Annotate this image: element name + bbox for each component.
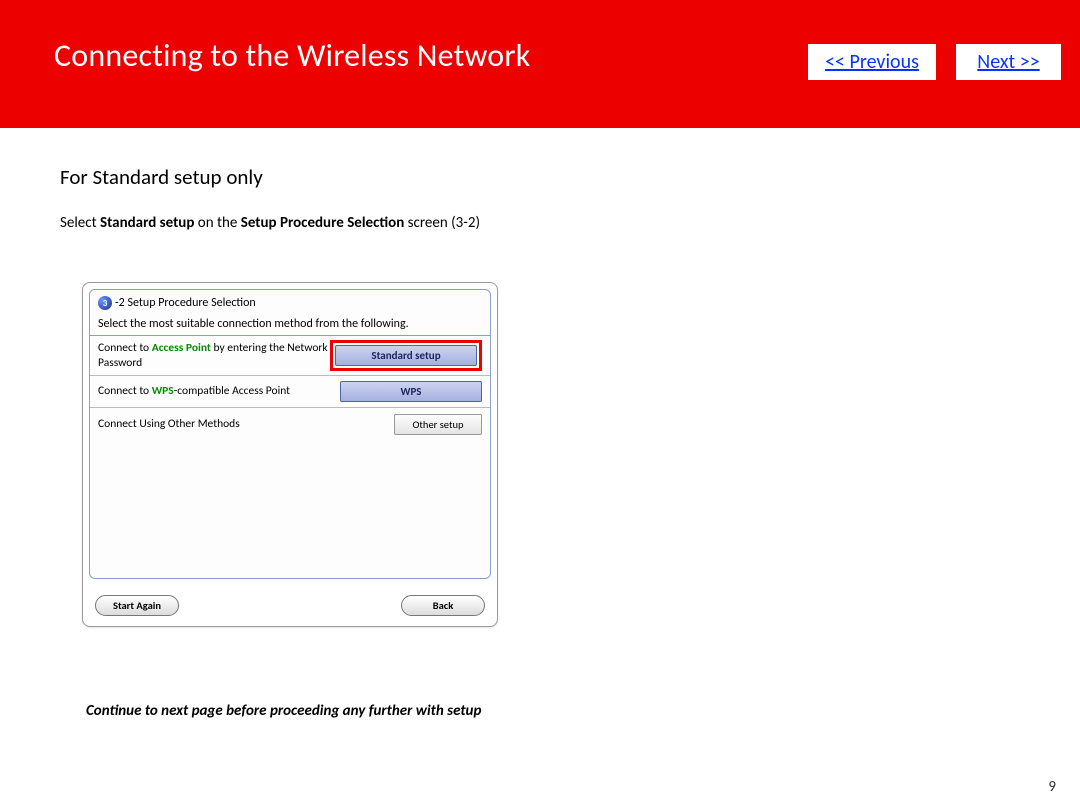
- back-button[interactable]: Back: [401, 595, 485, 616]
- step-badge-icon: 3: [98, 296, 112, 310]
- content-area: For Standard setup only Select Standard …: [0, 128, 1080, 627]
- subheading: For Standard setup only: [60, 164, 1020, 190]
- option-row-wps: Connect to WPS-compatible Access Point W…: [90, 376, 490, 408]
- dialog-title: -2 Setup Procedure Selection: [115, 296, 256, 310]
- dialog-spacer: [90, 440, 490, 578]
- option-row-standard: Connect to Access Point by entering the …: [90, 336, 490, 376]
- option-label: Connect Using Other Methods: [98, 417, 367, 431]
- options-list: Connect to Access Point by entering the …: [90, 335, 490, 440]
- wps-button[interactable]: WPS: [340, 381, 482, 402]
- option-row-other: Connect Using Other Methods Other setup: [90, 408, 490, 440]
- previous-link[interactable]: << Previous: [808, 44, 936, 80]
- other-setup-button[interactable]: Other setup: [394, 414, 482, 435]
- setup-dialog: 3 -2 Setup Procedure Selection Select th…: [82, 282, 498, 627]
- dialog-footer: Start Again Back: [83, 585, 497, 626]
- start-again-button[interactable]: Start Again: [95, 595, 179, 616]
- dialog-title-row: 3 -2 Setup Procedure Selection: [90, 290, 490, 314]
- next-link[interactable]: Next >>: [956, 44, 1061, 80]
- option-label: Connect to WPS-compatible Access Point: [98, 384, 340, 398]
- option-label: Connect to Access Point by entering the …: [98, 341, 330, 370]
- page-number: 9: [1048, 778, 1056, 796]
- footnote: Continue to next page before proceeding …: [86, 702, 481, 720]
- instruction-text: Select Standard setup on the Setup Proce…: [60, 214, 1020, 232]
- highlight-box: Standard setup: [330, 340, 482, 371]
- page-title: Connecting to the Wireless Network: [54, 36, 530, 75]
- dialog-prompt: Select the most suitable connection meth…: [90, 314, 490, 335]
- standard-setup-button[interactable]: Standard setup: [335, 345, 477, 366]
- header-bar: Connecting to the Wireless Network << Pr…: [0, 0, 1080, 128]
